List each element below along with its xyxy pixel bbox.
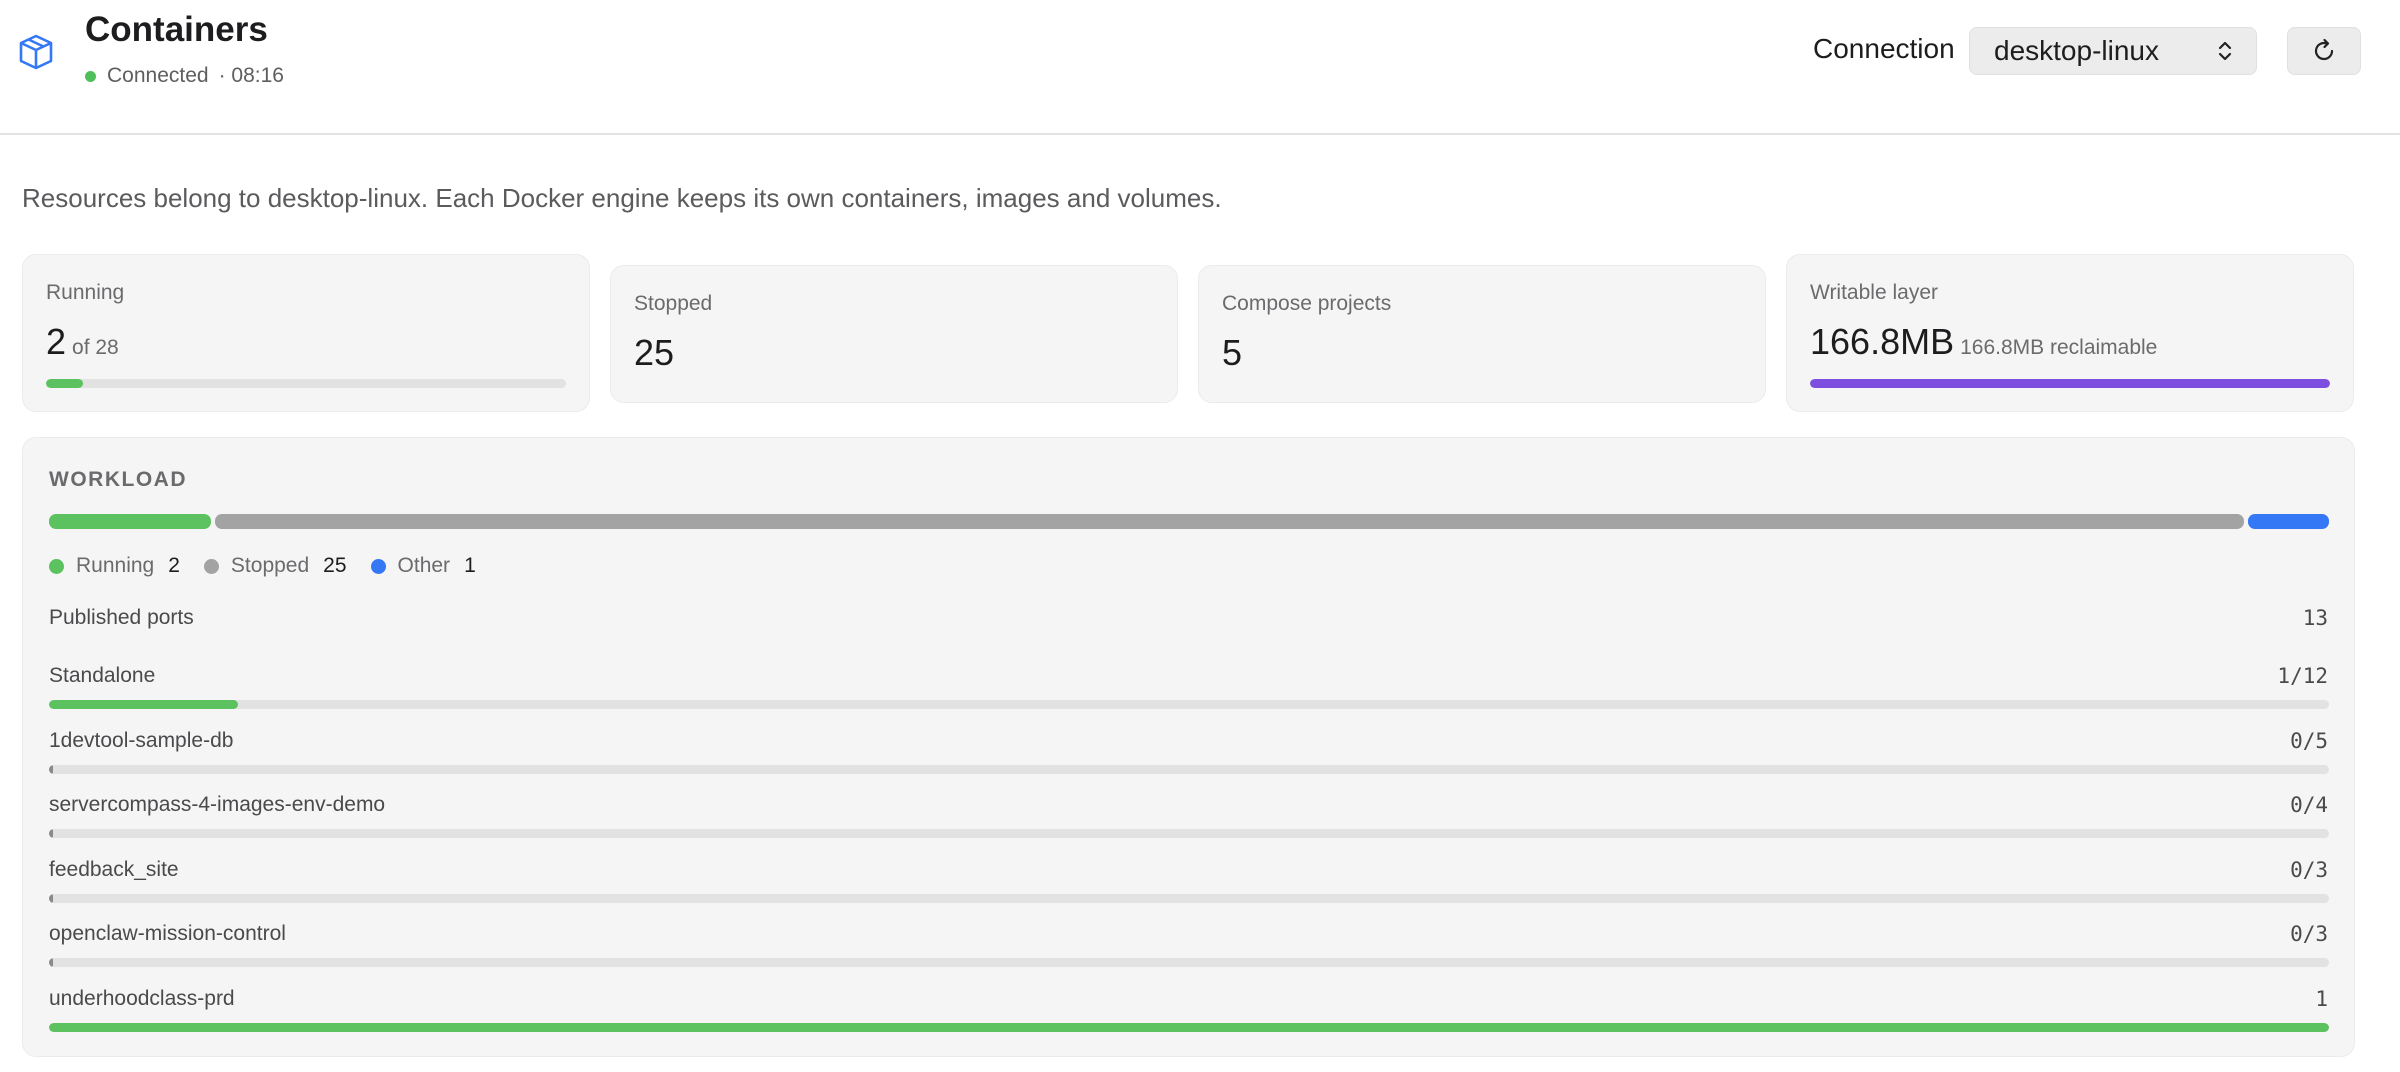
project-progress-fill: [49, 1022, 2329, 1032]
connection-select[interactable]: desktop-linux: [1969, 27, 2257, 75]
legend-label: Running: [76, 554, 155, 577]
status-dot-icon: [85, 70, 96, 82]
project-progress-bar: [49, 829, 2329, 838]
connection-status: Connected · 08:16: [85, 64, 284, 88]
connection-select-value: desktop-linux: [1994, 35, 2159, 66]
legend-count: 2: [168, 554, 180, 577]
workload-segment-running: [49, 514, 212, 529]
workload-panel: WORKLOAD Running 2 Stopped 25 Other 1 Publish…: [22, 437, 2355, 1057]
legend-label: Other: [397, 554, 451, 577]
project-progress-bar: [49, 1022, 2329, 1032]
legend-dot-icon: [203, 558, 219, 574]
legend-dot-icon: [49, 558, 64, 574]
legend-item-other: Other 1: [370, 554, 476, 578]
running-total: of 28: [72, 336, 119, 359]
project-count: 0/5: [2290, 728, 2328, 753]
project-count: 0/4: [2290, 793, 2328, 817]
project-row[interactable]: feedback_site 0/3: [23, 858, 2354, 918]
project-row[interactable]: openclaw-mission-control 0/3: [23, 922, 2354, 982]
running-count: 2: [46, 321, 67, 362]
container-box-icon: [19, 34, 53, 70]
running-progress-bar: [46, 379, 566, 388]
published-ports-label: Published ports: [49, 606, 194, 629]
running-card: Running 2 of 28: [22, 254, 590, 412]
chevron-updown-icon: [2218, 41, 2232, 61]
writable-layer-label: Writable layer: [1810, 281, 1938, 304]
compose-projects-label: Compose projects: [1222, 292, 1392, 315]
running-label: Running: [46, 281, 125, 304]
project-count: 0/3: [2290, 922, 2328, 946]
project-row[interactable]: Standalone 1/12: [23, 664, 2354, 724]
page-title: Containers: [85, 10, 268, 49]
connection-label: Connection: [1813, 33, 1955, 64]
project-count: 0/3: [2290, 857, 2328, 882]
workload-segment-stopped: [215, 514, 2244, 529]
project-row[interactable]: 1devtool-sample-db 0/5: [23, 729, 2354, 789]
project-name: servercompass-4-images-env-demo: [49, 793, 386, 816]
legend-item-stopped: Stopped 25: [203, 554, 347, 578]
legend-dot-icon: [370, 558, 386, 574]
header: Containers Connected · 08:16 Connection …: [0, 0, 2400, 135]
project-name: openclaw-mission-control: [49, 922, 286, 945]
project-row[interactable]: underhoodclass-prd 1: [23, 987, 2354, 1047]
project-progress-bar: [49, 958, 2329, 967]
compose-projects-card: Compose projects 5: [1198, 265, 1766, 403]
project-progress-bar: [49, 700, 2329, 709]
writable-layer-value: 166.8MB 166.8MB reclaimable: [1810, 321, 2157, 363]
project-name: underhoodclass-prd: [49, 986, 235, 1010]
project-progress-fill: [49, 700, 239, 709]
refresh-button[interactable]: [2287, 27, 2361, 75]
project-progress-fill: [49, 893, 53, 903]
project-progress-bar: [49, 764, 2329, 774]
stopped-card: Stopped 25: [610, 265, 1178, 403]
project-progress-bar: [49, 893, 2329, 903]
stopped-value: 25: [634, 332, 675, 373]
writable-layer-reclaimable: 166.8MB reclaimable: [1960, 336, 2158, 359]
status-time: · 08:16: [218, 64, 284, 87]
project-row[interactable]: servercompass-4-images-env-demo 0/4: [23, 793, 2354, 853]
workload-legend: Running 2 Stopped 25 Other 1: [49, 554, 500, 578]
writable-layer-card: Writable layer 166.8MB 166.8MB reclaimabl…: [1786, 254, 2354, 412]
published-ports-value: 13: [2302, 606, 2328, 630]
writable-layer-progress-bar: [1810, 379, 2330, 388]
compose-projects-value: 5: [1222, 332, 1243, 373]
legend-item-running: Running 2: [49, 554, 180, 578]
workload-distribution-bar: [49, 514, 2329, 529]
running-progress-fill: [46, 379, 83, 388]
project-name: 1devtool-sample-db: [49, 728, 234, 752]
project-progress-fill: [49, 764, 53, 774]
legend-count: 25: [323, 554, 347, 577]
running-value: 2 of 28: [46, 321, 119, 363]
stopped-label: Stopped: [634, 292, 713, 315]
status-text: Connected: [107, 64, 209, 87]
project-count: 1: [2315, 986, 2328, 1011]
resource-description: Resources belong to desktop-linux. Each …: [22, 183, 1222, 213]
workload-title: WORKLOAD: [49, 468, 187, 491]
legend-count: 1: [464, 554, 476, 577]
project-name: feedback_site: [49, 857, 179, 881]
refresh-icon: [2314, 38, 2334, 61]
legend-label: Stopped: [230, 554, 310, 577]
workload-segment-other: [2247, 514, 2329, 529]
project-progress-fill: [49, 958, 53, 967]
project-count: 1/12: [2277, 664, 2328, 688]
project-progress-fill: [49, 829, 53, 838]
project-name: Standalone: [49, 664, 156, 687]
writable-layer-size: 166.8MB: [1810, 321, 1955, 362]
writable-layer-progress-fill: [1810, 379, 2330, 388]
